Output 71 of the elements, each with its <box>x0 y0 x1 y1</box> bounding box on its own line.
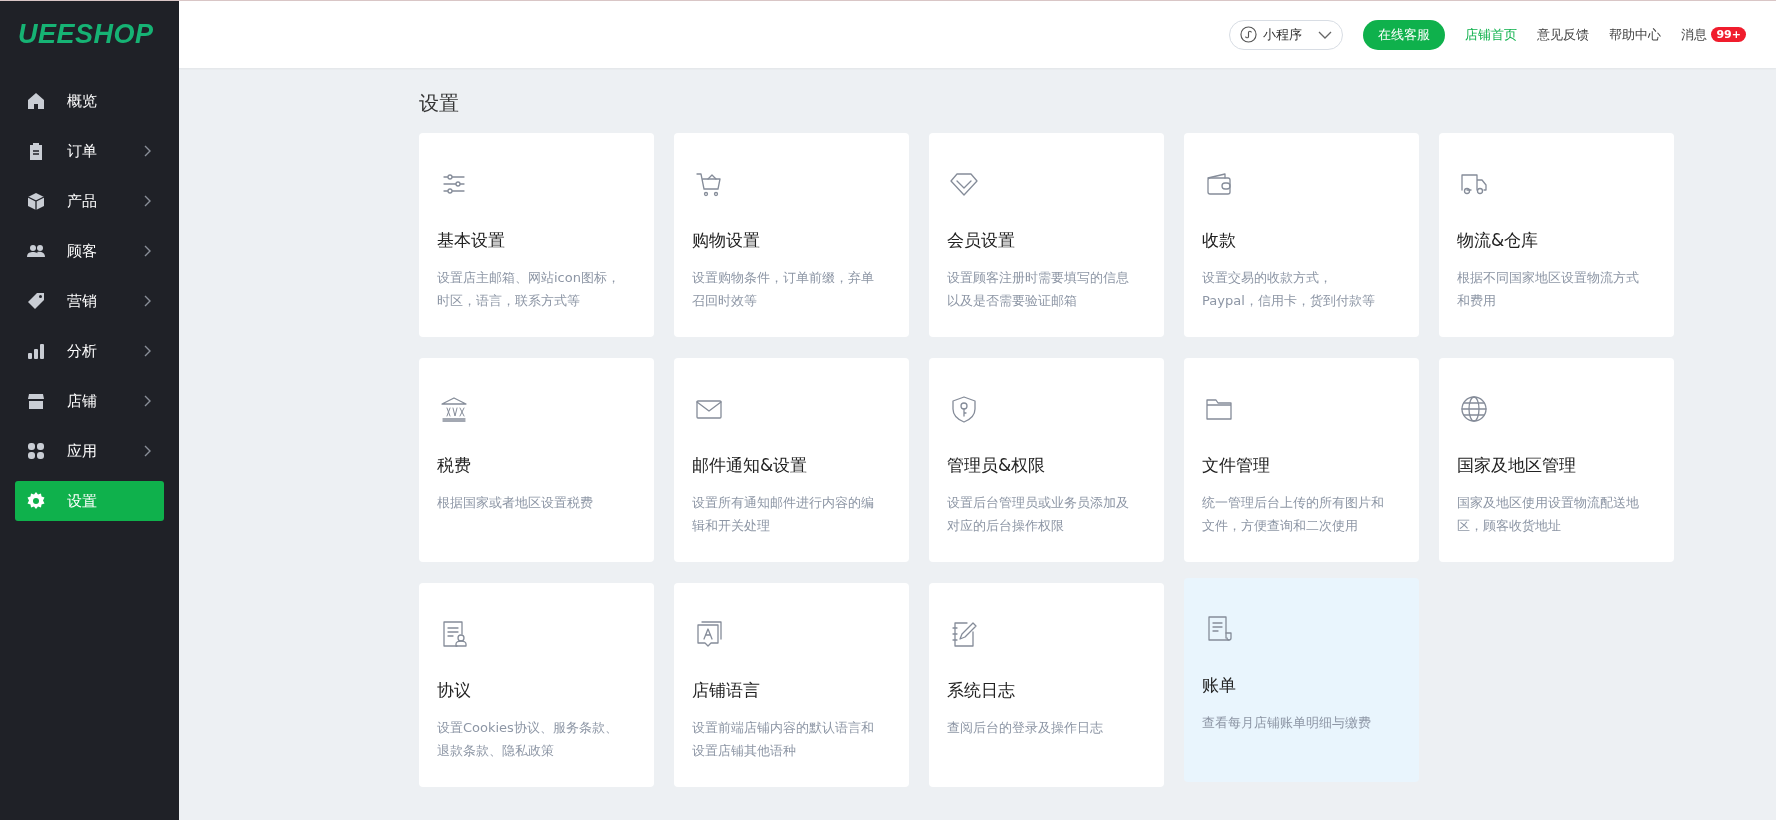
card-title: 收款 <box>1202 229 1236 252</box>
store-icon <box>27 392 45 410</box>
card-description: 查看每月店铺账单明细与缴费 <box>1202 714 1371 732</box>
card-title: 系统日志 <box>947 679 1015 702</box>
card-description: 设置交易的收款方式， Paypal，信用卡，货到付款等 <box>1202 269 1375 310</box>
apps-icon <box>27 442 45 460</box>
settings-card[interactable]: 协议 设置Cookies协议、服务条款、退款条款、隐私政策 <box>419 583 654 787</box>
nav-link[interactable]: 帮助中心 <box>1609 25 1662 44</box>
sidebar-item[interactable]: 应用 <box>15 431 164 471</box>
sidebar-item[interactable]: 订单 <box>15 131 164 171</box>
card-title: 国家及地区管理 <box>1457 454 1576 477</box>
home-icon <box>27 92 45 110</box>
mini-program-dropdown[interactable]: 小程序 <box>1229 19 1344 50</box>
shield-key-icon <box>949 394 979 424</box>
sidebar-item[interactable]: 产品 <box>15 181 164 221</box>
card-description: 设置前端店铺内容的默认语言和设置店铺其他语种 <box>692 719 875 760</box>
card-description: 设置后台管理员或业务员添加及对应的后台操作权限 <box>947 494 1130 535</box>
settings-card[interactable]: 基本设置 设置店主邮箱、网站icon图标，时区，语言，联系方式等 <box>419 133 654 337</box>
sidebar-item[interactable]: 概览 <box>15 81 164 121</box>
settings-card[interactable]: 物流&仓库 根据不同国家地区设置物流方式和费用 <box>1439 133 1674 337</box>
card-title: 邮件通知&设置 <box>692 454 808 477</box>
page-title: 设置 <box>419 90 460 117</box>
sidebar-item[interactable]: 分析 <box>15 331 164 371</box>
count-badge: 99+ <box>1711 27 1746 42</box>
sidebar-item[interactable]: 店铺 <box>15 381 164 421</box>
sidebar-item[interactable]: 顾客 <box>15 231 164 271</box>
tag-icon <box>27 292 45 310</box>
card-title: 会员设置 <box>947 229 1015 252</box>
settings-card[interactable]: 账单 查看每月店铺账单明细与缴费 <box>1184 578 1419 782</box>
card-title: 购物设置 <box>692 229 760 252</box>
card-description: 设置Cookies协议、服务条款、退款条款、隐私政策 <box>437 719 619 760</box>
card-title: 账单 <box>1202 674 1236 697</box>
card-title: 税费 <box>437 454 471 477</box>
card-title: 店铺语言 <box>692 679 760 702</box>
card-description: 查阅后台的登录及操作日志 <box>947 719 1103 737</box>
settings-card[interactable]: 文件管理 统一管理后台上传的所有图片和文件，方便查询和二次使用 <box>1184 358 1419 562</box>
card-title: 管理员&权限 <box>947 454 1046 477</box>
card-description: 设置购物条件，订单前缀，弃单召回时效等 <box>692 269 875 310</box>
caret-icon <box>1318 29 1333 40</box>
clipboard-icon <box>27 142 45 160</box>
card-title: 文件管理 <box>1202 454 1270 477</box>
card-description: 设置店主邮箱、网站icon图标，时区，语言，联系方式等 <box>437 269 621 310</box>
bar-chart-icon <box>27 342 45 360</box>
users-icon <box>27 242 45 260</box>
link-icon <box>1240 26 1258 43</box>
messages-link[interactable]: 消息 <box>1681 25 1708 44</box>
settings-card[interactable]: 国家及地区管理 国家及地区使用设置物流配送地区，顾客收货地址 <box>1439 358 1674 562</box>
card-description: 设置顾客注册时需要填写的信息以及是否需要验证邮箱 <box>947 269 1130 310</box>
settings-card[interactable]: 店铺语言 设置前端店铺内容的默认语言和设置店铺其他语种 <box>674 583 909 787</box>
card-title: 基本设置 <box>437 229 505 252</box>
card-description: 统一管理后台上传的所有图片和文件，方便查询和二次使用 <box>1202 494 1385 535</box>
sidebar-item[interactable]: 营销 <box>15 281 164 321</box>
settings-card[interactable]: 税费 根据国家或者地区设置税费 <box>419 358 654 562</box>
card-title: 协议 <box>437 679 471 702</box>
card-description: 根据国家或者地区设置税费 <box>437 494 593 512</box>
language-icon <box>694 619 724 649</box>
settings-card[interactable]: 收款 设置交易的收款方式， Paypal，信用卡，货到付款等 <box>1184 133 1419 337</box>
card-description: 设置所有通知邮件进行内容的编辑和开关处理 <box>692 494 875 535</box>
globe-icon <box>1459 394 1489 424</box>
card-title: 物流&仓库 <box>1457 229 1539 252</box>
box-icon <box>27 192 45 210</box>
logo: UEESHOP <box>18 19 154 50</box>
card-description: 国家及地区使用设置物流配送地区，顾客收货地址 <box>1457 494 1640 535</box>
settings-card[interactable]: 管理员&权限 设置后台管理员或业务员添加及对应的后台操作权限 <box>929 358 1164 562</box>
card-description: 根据不同国家地区设置物流方式和费用 <box>1457 269 1640 310</box>
settings-card[interactable]: 会员设置 设置顾客注册时需要填写的信息以及是否需要验证邮箱 <box>929 133 1164 337</box>
settings-icon <box>27 492 45 510</box>
nav-link[interactable]: 意见反馈 <box>1537 25 1590 44</box>
settings-card[interactable]: 邮件通知&设置 设置所有通知邮件进行内容的编辑和开关处理 <box>674 358 909 562</box>
settings-card[interactable]: 购物设置 设置购物条件，订单前缀，弃单召回时效等 <box>674 133 909 337</box>
settings-card[interactable]: 系统日志 查阅后台的登录及操作日志 <box>929 583 1164 787</box>
